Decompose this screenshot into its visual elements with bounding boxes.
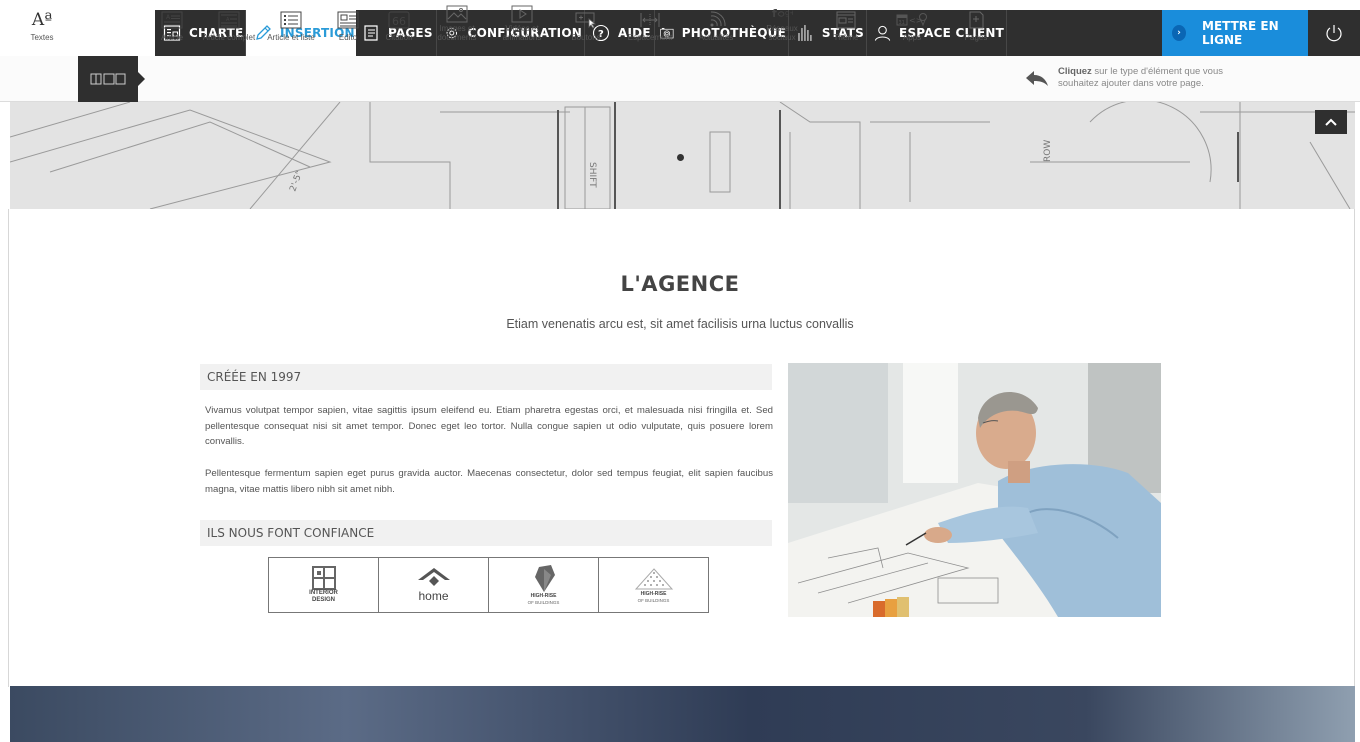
architect-photo bbox=[788, 363, 1161, 617]
block-layout-button[interactable] bbox=[78, 56, 145, 102]
client-logo: HIGH-RISE OF BUILDINGS bbox=[489, 558, 599, 612]
logo-text: INTERIOR bbox=[309, 590, 338, 596]
collapse-button[interactable] bbox=[1315, 110, 1347, 134]
tool-label: Réseaux sociaux bbox=[766, 24, 798, 42]
section-heading: CRÉÉE EN 1997 bbox=[200, 364, 772, 390]
tool-label: Edito bbox=[338, 33, 358, 42]
page-add-icon bbox=[969, 11, 984, 29]
tool-label: Article complet bbox=[202, 33, 256, 42]
tool-label: Apps bbox=[902, 33, 922, 42]
client-logo: home bbox=[379, 558, 489, 612]
toolbar-hint: Cliquez sur le type d'élément que vous s… bbox=[1058, 66, 1258, 90]
svg-text:ROW: ROW bbox=[1043, 140, 1053, 162]
svg-text:A: A bbox=[166, 14, 171, 21]
theme-block-icon bbox=[836, 11, 856, 29]
tool-citation[interactable]: 66 Citation bbox=[378, 0, 420, 46]
logo-text: HIGH-RISE bbox=[530, 593, 557, 599]
tool-pages[interactable]: Pages bbox=[954, 0, 998, 46]
svg-text:g+: g+ bbox=[785, 9, 793, 17]
tool-article-complet[interactable]: A Article complet bbox=[198, 0, 260, 46]
chevron-up-icon bbox=[1325, 118, 1337, 126]
hero-banner: SHIFT 2'-5" ROW bbox=[10, 102, 1355, 209]
svg-text:66: 66 bbox=[392, 15, 406, 28]
logo-text: HIGH-RISE bbox=[640, 591, 667, 597]
tool-images-documents[interactable]: Images et documents bbox=[428, 0, 486, 46]
apps-icon: 31 <> bbox=[896, 13, 927, 27]
tool-label: Article et liste bbox=[267, 33, 315, 42]
architect-illustration bbox=[788, 363, 1161, 617]
section-heading: ILS NOUS FONT CONFIANCE bbox=[200, 520, 772, 546]
power-icon bbox=[1326, 25, 1342, 42]
tool-article[interactable]: A Article bbox=[150, 0, 194, 46]
carousel-dot[interactable] bbox=[677, 154, 684, 161]
client-logo: HIGH-RISE OF BUILDINGS bbox=[599, 558, 708, 612]
tool-espacement[interactable]: Espacement bbox=[622, 0, 678, 46]
button-icon bbox=[575, 12, 597, 29]
power-button[interactable] bbox=[1308, 10, 1360, 56]
logo-text: home bbox=[418, 589, 449, 603]
tool-label: Pages bbox=[964, 33, 988, 42]
tool-textes[interactable]: Aª Textes bbox=[24, 0, 60, 46]
logo-text: DESIGN bbox=[311, 597, 335, 603]
svg-text:<>: <> bbox=[909, 16, 922, 25]
text-icon: Aª bbox=[31, 10, 53, 30]
tool-label: Article bbox=[160, 33, 184, 42]
svg-text:31: 31 bbox=[899, 20, 905, 26]
client-logos: INTERIOR DESIGN home HIGH-RISE OF BUILDI… bbox=[268, 557, 709, 613]
tool-edito[interactable]: Edito bbox=[326, 0, 370, 46]
highrise-buildings-logo-icon bbox=[634, 568, 673, 590]
tool-label: Citation bbox=[385, 33, 413, 42]
hint-bold: Cliquez bbox=[1058, 66, 1092, 77]
tool-label: Images et documents bbox=[437, 24, 477, 42]
article-icon: A bbox=[161, 11, 183, 29]
tool-label: Actualités bbox=[698, 33, 734, 42]
home-logo-icon bbox=[417, 568, 450, 586]
logo-text: OF BUILDINGS bbox=[527, 600, 560, 605]
svg-text:f: f bbox=[772, 7, 777, 20]
video-icon bbox=[511, 5, 533, 23]
client-logo: INTERIOR DESIGN bbox=[269, 558, 379, 612]
svg-text:A: A bbox=[226, 17, 230, 23]
nav-divider bbox=[1006, 10, 1007, 56]
layout-blocks-icon bbox=[90, 73, 126, 85]
body-paragraph: Vivamus volutpat tempor sapien, vitae sa… bbox=[205, 405, 773, 448]
tool-apps[interactable]: 31 <> Apps bbox=[888, 0, 936, 46]
image-icon bbox=[446, 5, 468, 23]
interior-design-logo-icon bbox=[311, 566, 336, 590]
tool-reseaux-sociaux[interactable]: f g+ Réseaux sociaux bbox=[760, 0, 804, 46]
reply-arrow-icon bbox=[1026, 71, 1048, 86]
tool-videos-animations[interactable]: Vidéos et animations bbox=[492, 0, 552, 46]
tool-article-et-liste[interactable]: Article et liste bbox=[262, 0, 320, 46]
publish-label: METTRE EN LIGNE bbox=[1202, 19, 1279, 47]
spacing-icon bbox=[640, 13, 660, 27]
page-title: L'AGENCE bbox=[620, 272, 740, 296]
body-paragraph: Pellentesque fermentum sapien eget purus… bbox=[205, 468, 773, 495]
rss-icon bbox=[710, 11, 726, 27]
svg-text:SHIFT: SHIFT bbox=[587, 162, 597, 188]
tool-label: Textes bbox=[30, 33, 54, 42]
tool-label: Vidéos et animations bbox=[502, 24, 542, 42]
publish-button[interactable]: › METTRE EN LIGNE bbox=[1162, 10, 1308, 56]
tool-boutons[interactable]: Boutons bbox=[564, 0, 608, 46]
tool-label: Espacement bbox=[627, 33, 673, 42]
social-icon: f g+ bbox=[772, 7, 793, 20]
page-subtitle: Etiam venenatis arcu est, sit amet facil… bbox=[506, 317, 854, 331]
article-full-icon: A bbox=[218, 11, 240, 29]
edito-icon bbox=[337, 11, 359, 29]
article-list-icon bbox=[280, 11, 302, 29]
footer-band bbox=[10, 686, 1355, 742]
tool-theme[interactable]: Thème bbox=[824, 0, 868, 46]
tool-actualites[interactable]: Actualités bbox=[692, 0, 740, 46]
chevron-right-icon: › bbox=[1172, 25, 1187, 41]
logo-text: OF BUILDINGS bbox=[637, 598, 670, 603]
quote-icon: 66 bbox=[388, 11, 410, 29]
tool-label: Boutons bbox=[571, 33, 601, 42]
highrise-logo-icon bbox=[534, 565, 555, 592]
tool-label: Thème bbox=[833, 33, 859, 42]
